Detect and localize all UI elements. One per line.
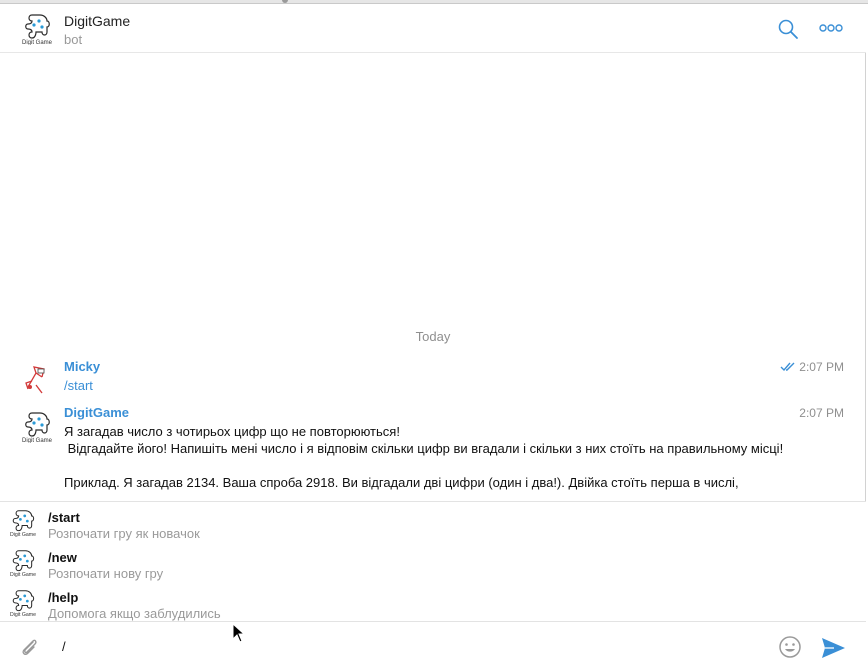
avatar-caption: Digit Game: [10, 612, 36, 617]
message-item[interactable]: Digit Game DigitGame Я загадав число з ч…: [0, 405, 866, 501]
message-item[interactable]: Micky /start 2:07 PM: [0, 359, 866, 399]
message-input[interactable]: [62, 634, 762, 658]
bot-avatar[interactable]: Digit Game: [22, 409, 52, 443]
double-check-icon: [780, 362, 795, 372]
chat-subtitle: bot: [64, 32, 83, 47]
command-item-new[interactable]: Digit Game /new Розпочати нову гру: [0, 544, 866, 584]
message-author[interactable]: Micky: [64, 359, 100, 374]
bot-avatar: Digit Game: [10, 590, 36, 617]
more-icon[interactable]: [818, 20, 844, 36]
chat-header: Digit Game DigitGame bot: [0, 4, 866, 53]
command-name[interactable]: /new: [48, 550, 77, 565]
command-item-help[interactable]: Digit Game /help Допомога якщо заблудили…: [0, 584, 866, 624]
message-time: 2:07 PM: [799, 406, 844, 420]
command-description: Розпочати гру як новачок: [48, 526, 200, 541]
avatar-caption: Digit Game: [22, 438, 52, 443]
smiley-icon[interactable]: [778, 635, 802, 659]
send-icon[interactable]: [820, 636, 846, 660]
user-avatar[interactable]: [22, 363, 52, 397]
bot-avatar: Digit Game: [10, 510, 36, 537]
chat-title[interactable]: DigitGame: [64, 13, 130, 29]
message-composer: [0, 621, 866, 668]
window-grip: [282, 0, 288, 3]
command-item-start[interactable]: Digit Game /start Розпочати гру як новач…: [0, 504, 866, 544]
command-suggestions: Digit Game /start Розпочати гру як новач…: [0, 501, 866, 621]
search-icon[interactable]: [777, 18, 799, 40]
bot-avatar[interactable]: Digit Game: [22, 11, 52, 45]
chat-window: Digit Game DigitGame bot Today Micky /st…: [0, 4, 866, 668]
message-author[interactable]: DigitGame: [64, 405, 129, 420]
command-description: Допомога якщо заблудились: [48, 606, 221, 621]
message-time: 2:07 PM: [799, 360, 844, 374]
command-description: Розпочати нову гру: [48, 566, 164, 581]
message-text[interactable]: /start: [64, 377, 794, 394]
avatar-caption: Digit Game: [22, 40, 52, 45]
command-name[interactable]: /start: [48, 510, 80, 525]
message-text[interactable]: Я загадав число з чотирьох цифр що не по…: [64, 423, 794, 491]
mouse-cursor-icon: [232, 623, 246, 643]
command-name[interactable]: /help: [48, 590, 78, 605]
message-list[interactable]: Today Micky /start 2:07 PM Digit Game Di…: [0, 53, 866, 501]
avatar-caption: Digit Game: [10, 572, 36, 577]
bot-avatar: Digit Game: [10, 550, 36, 577]
date-separator: Today: [415, 329, 451, 344]
avatar-caption: Digit Game: [10, 532, 36, 537]
paperclip-icon[interactable]: [18, 636, 40, 658]
